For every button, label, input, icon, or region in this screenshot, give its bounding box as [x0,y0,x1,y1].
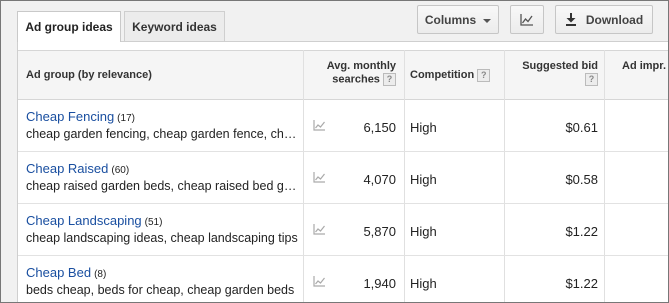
tab-ad-group-ideas[interactable]: Ad group ideas [17,11,121,42]
line-chart-icon [520,13,533,26]
download-button[interactable]: Download [555,5,653,34]
download-icon [565,13,576,26]
trend-chart-icon[interactable] [313,120,326,131]
avg-monthly-searches: 4,070 [363,172,396,187]
competition-value: High [410,276,437,291]
help-icon[interactable]: ? [585,73,598,86]
competition-value: High [410,120,437,135]
header-avg-monthly-line2-text: searches [332,73,380,86]
columns-button-label: Columns [424,12,477,27]
line-chart-button[interactable] [510,5,544,34]
ad-group-link[interactable]: Cheap Landscaping [26,213,142,228]
ad-group-cell: Cheap Fencing (17) [26,108,304,126]
keyword-list: cheap raised garden beds, cheap raised b… [26,179,302,193]
keyword-list: beds cheap, beds for cheap, cheap garden… [26,283,302,297]
chevron-down-icon [483,18,492,23]
header-competition[interactable]: Competition ? [404,51,504,99]
ad-group-link[interactable]: Cheap Fencing [26,109,114,124]
table-header: Ad group (by relevance) Avg. monthly sea… [18,50,668,100]
suggested-bid-value: $0.61 [565,120,598,135]
header-avg-monthly-line2: searches ? [308,73,396,86]
ad-group-link[interactable]: Cheap Bed [26,265,91,280]
competition-value: High [410,224,437,239]
competition-value: High [410,172,437,187]
avg-monthly-searches: 1,940 [363,276,396,291]
avg-monthly-searches: 6,150 [363,120,396,135]
suggested-bid-value: $0.58 [565,172,598,187]
keyword-count: (51) [144,217,163,228]
avg-monthly-searches: 5,870 [363,224,396,239]
columns-button[interactable]: Columns [417,5,499,34]
download-button-label: Download [585,12,644,27]
keyword-list: cheap landscaping ideas, cheap landscapi… [26,231,302,245]
keyword-list: cheap garden fencing, cheap garden fence… [26,127,302,141]
ad-group-cell: Cheap Landscaping (51) [26,212,304,230]
trend-chart-icon[interactable] [313,224,326,235]
help-icon[interactable]: ? [477,68,491,82]
table-row: Cheap Fencing (17) cheap garden fencing, … [18,100,668,152]
suggested-bid-value: $1.22 [565,276,598,291]
header-avg-monthly-line1: Avg. monthly [326,60,396,72]
table-row: Cheap Raised (60) cheap raised garden bed… [18,152,668,204]
keyword-list-text: cheap garden fencing, cheap garden fence… [26,127,297,141]
header-suggested-bid-text: Suggested bid [522,60,598,72]
keyword-list-text: cheap raised garden beds, cheap raised b… [26,179,297,193]
suggested-bid-value: $1.22 [565,224,598,239]
header-avg-monthly-searches[interactable]: Avg. monthly searches ? [308,51,404,99]
header-competition-text: Competition [410,69,475,81]
keyword-planner-window: Ad group ideas Keyword ideas Columns Dow… [0,0,669,303]
trend-chart-icon[interactable] [313,172,326,183]
keyword-list-text: beds cheap, beds for cheap, cheap garden… [26,283,295,297]
keyword-list-text: cheap landscaping ideas, cheap landscapi… [26,231,298,245]
table-row: Cheap Landscaping (51) cheap landscaping … [18,204,668,256]
keyword-count: (8) [94,269,107,280]
header-suggested-bid[interactable]: Suggested bid ? [504,51,604,99]
ad-group-table: Ad group (by relevance) Avg. monthly sea… [17,41,668,302]
keyword-count: (17) [117,113,135,124]
table-row: Cheap Bed (8) beds cheap, beds for cheap,… [18,256,668,302]
keyword-count: (60) [111,165,130,176]
help-icon[interactable]: ? [383,73,396,86]
tab-keyword-ideas[interactable]: Keyword ideas [124,11,225,41]
trend-chart-icon[interactable] [313,276,326,287]
header-ad-impr[interactable]: Ad impr. [604,51,668,99]
ad-group-cell: Cheap Bed (8) [26,264,304,282]
ad-group-cell: Cheap Raised (60) [26,160,304,178]
ad-group-link[interactable]: Cheap Raised [26,161,108,176]
header-ad-group[interactable]: Ad group (by relevance) [18,51,308,99]
